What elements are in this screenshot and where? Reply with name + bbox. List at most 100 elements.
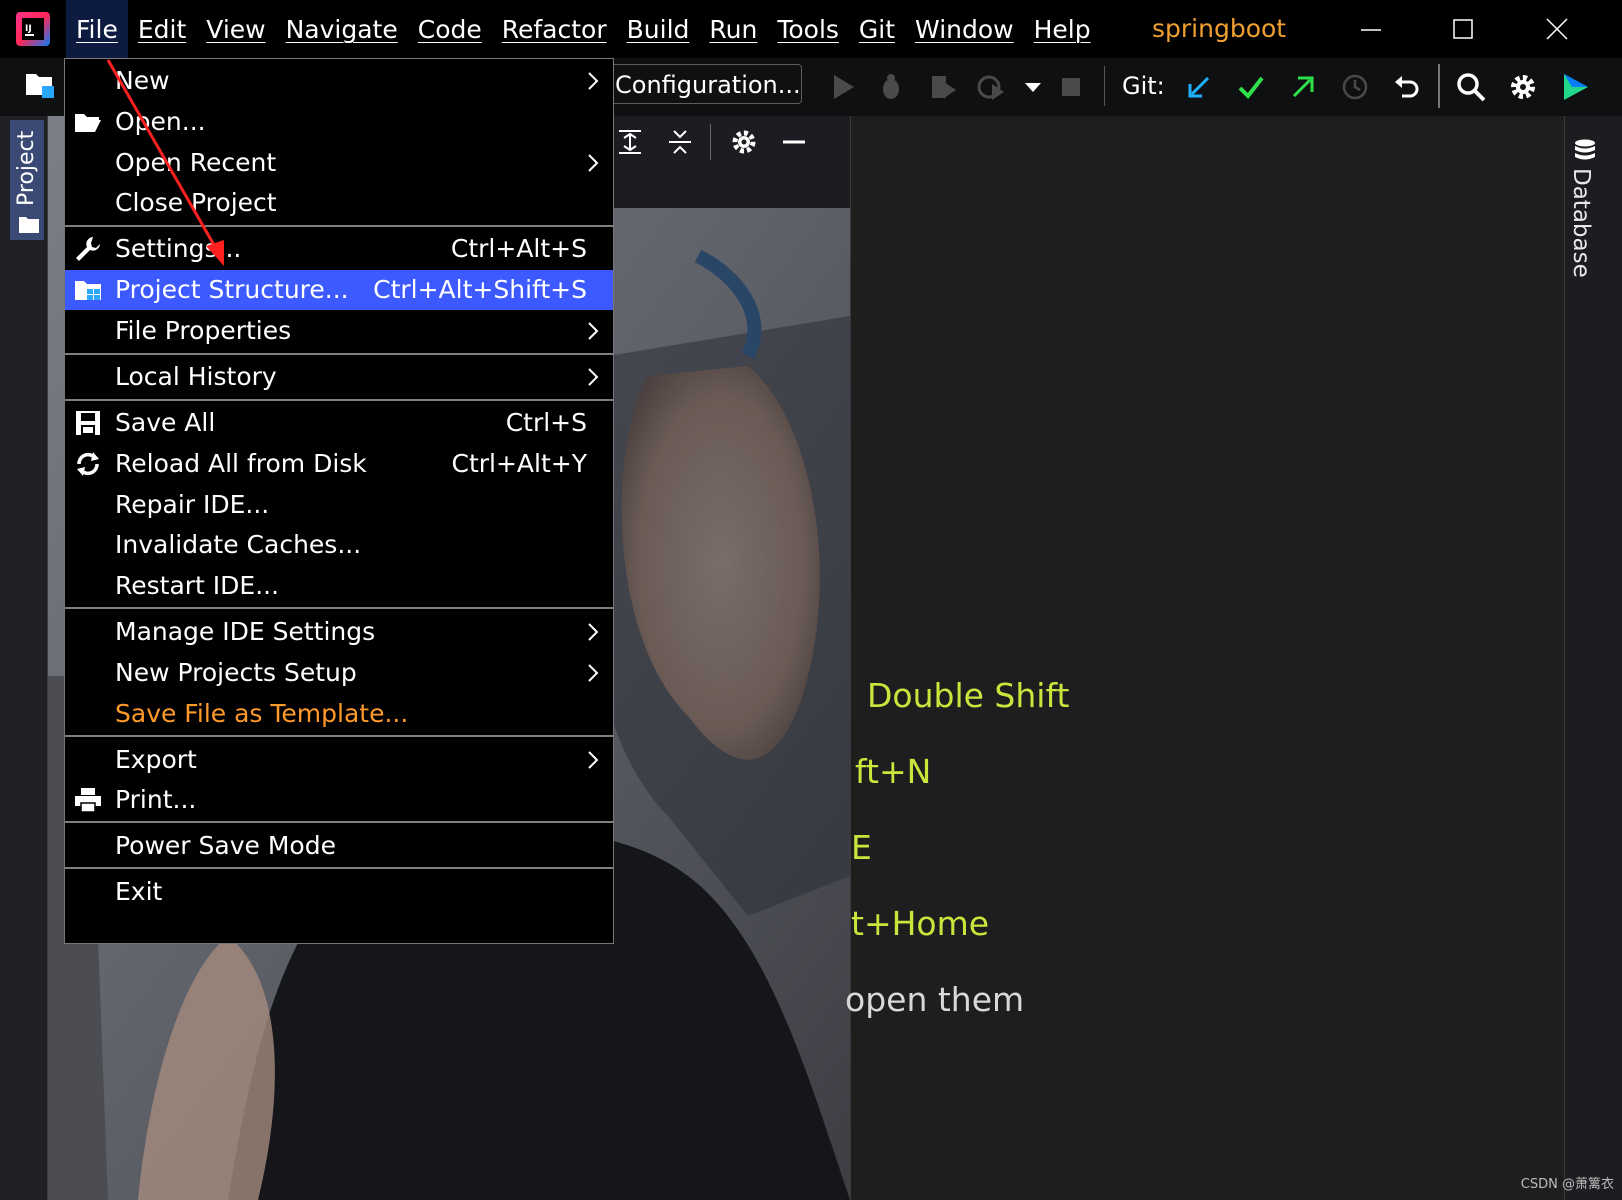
expand-all-icon[interactable] [616,128,644,156]
menu-item-export[interactable]: Export [65,740,613,780]
menu-run[interactable]: Run [699,0,767,58]
menu-item-label: Exit [115,877,163,906]
menu-item-label: Power Save Mode [115,831,336,860]
git-update-icon[interactable] [1184,72,1214,102]
debug-icon[interactable] [876,72,906,102]
menu-item-label: Reload All from Disk [115,449,367,478]
menu-item-print[interactable]: Print... [65,780,613,820]
menu-window[interactable]: Window [905,0,1024,58]
left-tool-strip [0,116,48,1200]
chevron-right-icon [588,664,599,682]
watermark: CSDN @萧篱衣 [1520,1177,1614,1192]
chevron-right-icon [588,751,599,769]
menu-view[interactable]: View [196,0,275,58]
menu-build[interactable]: Build [617,0,700,58]
maximize-icon[interactable] [1440,0,1486,58]
printer-icon [75,788,101,813]
menu-item-file-properties[interactable]: File Properties [65,311,613,351]
menu-separator [65,399,613,401]
project-view-icon[interactable] [24,70,56,100]
project-name: springboot [1152,14,1287,43]
menu-item-label: Invalidate Caches... [115,530,362,559]
git-label: Git: [1122,72,1165,100]
editor-hint-recent-files: E [851,828,872,867]
git-history-icon[interactable] [1340,72,1370,102]
title-menu-bar: IJ File Edit View Navigate Code Refactor… [0,0,1622,58]
menu-item-save-file-as-template[interactable]: Save File as Template... [65,694,613,734]
menu-item-local-history[interactable]: Local History [65,357,613,397]
menu-navigate[interactable]: Navigate [276,0,408,58]
menu-item-label: Save File as Template... [115,699,409,728]
right-tool-strip [1564,116,1622,1200]
run-icon[interactable] [828,72,858,102]
chevron-down-icon[interactable] [1018,72,1048,102]
git-rollback-icon[interactable] [1392,72,1422,102]
menu-item-power-save-mode[interactable]: Power Save Mode [65,826,613,866]
menu-item-shortcut: Ctrl+Alt+Y [451,449,588,478]
chevron-right-icon [588,72,599,90]
menu-item-new-projects-setup[interactable]: New Projects Setup [65,653,613,693]
collapse-all-icon[interactable] [666,128,694,156]
git-push-icon[interactable] [1288,72,1318,102]
menu-item-exit[interactable]: Exit [65,872,613,912]
menu-item-reload-all-from-disk[interactable]: Reload All from Disk Ctrl+Alt+Y [65,444,613,484]
hide-panel-icon[interactable] [780,128,808,156]
menu-item-project-structure[interactable]: Project Structure... Ctrl+Alt+Shift+S [65,270,613,310]
editor-hint-navigation-bar: t+Home [851,904,990,943]
menu-separator [65,735,613,737]
menu-item-manage-ide-settings[interactable]: Manage IDE Settings [65,612,613,652]
menu-item-label: Export [115,745,197,774]
menu-item-label: Repair IDE... [115,490,270,519]
menu-item-label: Save All [115,408,216,437]
main-menu: File Edit View Navigate Code Refactor Bu… [66,0,1101,58]
project-tab-label: Project [14,130,39,206]
menu-edit[interactable]: Edit [128,0,196,58]
panel-settings-gear-icon[interactable] [730,128,758,156]
editor-hint-go-to-file: ft+N [855,752,932,791]
menu-help[interactable]: Help [1024,0,1101,58]
menu-item-save-all[interactable]: Save All Ctrl+S [65,403,613,443]
menu-code[interactable]: Code [408,0,492,58]
run-configuration-dropdown[interactable]: Configuration... [608,64,802,104]
git-commit-icon[interactable] [1236,72,1266,102]
header-divider [710,124,711,160]
menu-separator [65,353,613,355]
menu-item-invalidate-caches[interactable]: Invalidate Caches... [65,525,613,565]
menu-separator [65,607,613,609]
chevron-right-icon [588,368,599,386]
menu-item-label: Local History [115,362,277,391]
chevron-right-icon [588,154,599,172]
stop-icon[interactable] [1056,72,1086,102]
project-structure-icon [75,281,101,300]
search-icon[interactable] [1456,72,1486,102]
menu-item-repair-ide[interactable]: Repair IDE... [65,485,613,525]
coverage-icon[interactable] [928,72,958,102]
editor-area: Double Shift ft+N E t+Home open them [845,116,1564,1200]
reload-icon [77,452,99,476]
menu-item-shortcut: Ctrl+S [505,408,587,437]
save-icon [76,411,100,435]
menu-git[interactable]: Git [849,0,905,58]
intellij-logo-icon[interactable]: IJ [14,10,52,48]
menu-item-label: Project Structure... [115,275,349,304]
menu-file[interactable]: File [66,0,128,58]
menu-item-label: Restart IDE... [115,571,280,600]
toolbar-divider [1438,64,1440,108]
menu-item-restart-ide[interactable]: Restart IDE... [65,566,613,606]
minimize-icon[interactable] [1348,0,1394,58]
menu-item-shortcut: Ctrl+Alt+Shift+S [373,275,587,304]
menu-item-label: Manage IDE Settings [115,617,376,646]
menu-tools[interactable]: Tools [767,0,849,58]
editor-hint-drop-files: open them [845,980,1025,1019]
database-tool-tab[interactable]: Database [1568,168,1594,278]
wrench-icon [76,237,100,261]
chevron-right-icon [588,623,599,641]
folder-icon [19,217,39,233]
menu-item-shortcut: Ctrl+Alt+S [450,234,587,263]
gear-icon[interactable] [1508,72,1538,102]
close-icon[interactable] [1534,0,1580,58]
menu-separator [65,867,613,869]
code-with-me-icon[interactable] [1560,72,1590,102]
profiler-icon[interactable] [976,72,1006,102]
menu-refactor[interactable]: Refactor [492,0,617,58]
